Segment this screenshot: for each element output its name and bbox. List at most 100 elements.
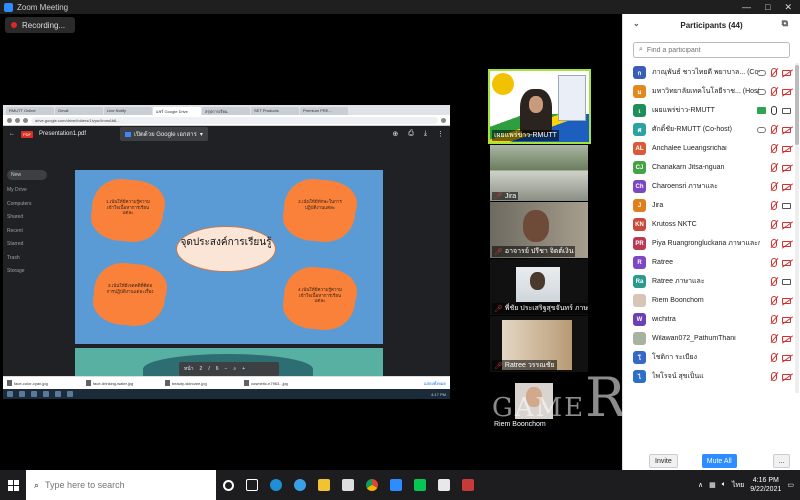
participant-row[interactable]: ศ ศักดิ์ชัย-RMUTT (Co-host): [623, 120, 795, 139]
download-item[interactable]: face-color-cyan.jpg: [7, 380, 83, 386]
video-icon[interactable]: [782, 88, 791, 95]
drive-nav-item[interactable]: Shared: [7, 211, 67, 225]
notifications-icon[interactable]: ▭: [787, 481, 794, 489]
drive-nav-item[interactable]: Trash: [7, 252, 67, 266]
video-icon[interactable]: [782, 335, 791, 342]
zoom-in-icon[interactable]: +: [242, 366, 245, 372]
mute-all-button[interactable]: Mute All: [701, 454, 737, 468]
active-speaker-tile[interactable]: เผยแพร่ข่าว-RMUTT: [488, 69, 591, 144]
more-options-button[interactable]: ...: [772, 454, 791, 468]
app-icon[interactable]: [456, 470, 480, 500]
page-current[interactable]: 2: [200, 366, 203, 372]
video-icon[interactable]: [782, 259, 791, 266]
mic-icon[interactable]: [771, 144, 777, 153]
video-icon[interactable]: [782, 107, 791, 114]
video-icon[interactable]: [782, 297, 791, 304]
profile-icon[interactable]: [441, 117, 446, 123]
browser-tab[interactable]: Line Notify: [104, 107, 152, 115]
print-icon[interactable]: ⎙: [408, 130, 414, 138]
participant-row[interactable]: Riem Boonchom: [623, 291, 795, 310]
minimize-button[interactable]: —: [742, 2, 751, 13]
mic-icon[interactable]: [771, 334, 777, 343]
language-indicator[interactable]: ไทย: [732, 480, 744, 491]
participant-row[interactable]: เ เผยแพร่ข่าว-RMUTT: [623, 101, 795, 120]
zoom-app-icon[interactable]: [384, 470, 408, 500]
mic-icon[interactable]: [771, 87, 777, 96]
app-icon[interactable]: [432, 470, 456, 500]
video-icon[interactable]: [782, 183, 791, 190]
video-tile[interactable]: 🎤︎พี่ชัย ประเสริฐสุขจันทร์ ภาษาและ...: [490, 259, 588, 315]
video-icon[interactable]: [782, 69, 791, 76]
video-icon[interactable]: [782, 354, 791, 361]
participant-row[interactable]: J Jira: [623, 196, 795, 215]
video-icon[interactable]: [782, 240, 791, 247]
video-tile[interactable]: 🎤︎ Ratree วรรณชัย: [490, 316, 588, 372]
more-vert-icon[interactable]: ⋮: [437, 130, 444, 138]
taskbar-clock[interactable]: 4:16 PM 9/22/2021: [750, 476, 781, 494]
video-icon[interactable]: [782, 221, 791, 228]
back-icon[interactable]: [7, 117, 12, 123]
participant-row[interactable]: Ra Ratree ภาษาและ: [623, 272, 795, 291]
tray-chevron-icon[interactable]: ∧: [698, 481, 703, 489]
share-screen-icon[interactable]: [757, 107, 766, 114]
mic-icon[interactable]: [771, 296, 777, 305]
video-tile[interactable]: 🎤︎ Jira: [490, 145, 588, 201]
forward-icon[interactable]: [15, 117, 20, 123]
mic-icon[interactable]: [771, 315, 777, 324]
drive-nav-item[interactable]: My Drive: [7, 184, 67, 198]
cortana-icon[interactable]: [216, 470, 240, 500]
download-item[interactable]: beauty-skincare.jpg: [165, 380, 241, 386]
mic-icon[interactable]: [771, 372, 777, 381]
participant-row[interactable]: KN Krutoss NKTC: [623, 215, 795, 234]
mic-icon[interactable]: [771, 201, 777, 210]
mic-icon[interactable]: [771, 353, 777, 362]
show-all-downloads-link[interactable]: แสดงทั้งหมด: [424, 380, 446, 387]
zoom-out-icon[interactable]: −: [224, 366, 227, 372]
drive-nav-item[interactable]: Storage: [7, 265, 67, 279]
url-field[interactable]: drive.google.com/drive/folders/1ivpwXmmA…: [31, 116, 438, 124]
mic-icon[interactable]: [771, 220, 777, 229]
video-icon[interactable]: [782, 373, 791, 380]
maximize-button[interactable]: □: [765, 2, 770, 13]
mic-icon[interactable]: [771, 258, 777, 267]
video-tile[interactable]: Riem Boonchom: [490, 373, 588, 429]
scroll-thumb[interactable]: [795, 65, 799, 145]
download-item[interactable]: face-drinking-water.jpg: [86, 380, 162, 386]
line-app-icon[interactable]: [408, 470, 432, 500]
invite-button[interactable]: Invite: [649, 454, 678, 468]
video-icon[interactable]: [782, 126, 791, 133]
mic-icon[interactable]: [771, 106, 777, 115]
open-with-button[interactable]: เปิดด้วย Google เอกสาร ▾: [120, 127, 208, 141]
video-icon[interactable]: [782, 164, 791, 171]
ie-icon[interactable]: [288, 470, 312, 500]
chrome-icon[interactable]: [360, 470, 384, 500]
video-icon[interactable]: [782, 278, 791, 285]
recording-cloud-icon[interactable]: [757, 88, 766, 95]
mic-icon[interactable]: [771, 68, 777, 77]
mic-icon[interactable]: [771, 239, 777, 248]
participant-row[interactable]: ก ภาณุพันธ์ ชาวไทยดี พยาบาล... (Co-host, …: [623, 63, 795, 82]
participant-row[interactable]: Wwichitra: [623, 310, 795, 329]
drive-new-button[interactable]: New: [7, 170, 47, 180]
participant-row[interactable]: ม มหาวิทยาลัยเทคโนโลยีราช... (Host): [623, 82, 795, 101]
download-icon[interactable]: ⤓: [424, 130, 427, 138]
participant-search[interactable]: ⌕: [633, 42, 790, 58]
participant-row[interactable]: R Ratree: [623, 253, 795, 272]
reload-icon[interactable]: [23, 117, 28, 123]
zoom-search-icon[interactable]: ⌕: [233, 366, 236, 372]
download-item[interactable]: cosmetic-n7963...jpg: [244, 380, 320, 386]
participant-row[interactable]: ไ ไพโรจน์ สุขเป็นแ: [623, 367, 795, 386]
video-icon[interactable]: [782, 316, 791, 323]
participant-row[interactable]: PR Piya Ruangrongluckana ภาษาและการ: [623, 234, 795, 253]
video-icon[interactable]: [782, 145, 791, 152]
task-view-icon[interactable]: [240, 470, 264, 500]
browser-tab[interactable]: SET Products: [251, 107, 299, 115]
video-tile[interactable]: 🎤︎ อาจารย์ ปรีชา จิตต์เงิน: [490, 202, 588, 258]
drive-nav-item[interactable]: Recent: [7, 225, 67, 239]
participant-row[interactable]: Ch Charoensri ภาษาและ: [623, 177, 795, 196]
mic-icon[interactable]: [771, 163, 777, 172]
mic-icon[interactable]: [771, 125, 777, 134]
participant-row[interactable]: CJ Chanakarn Jitsa-nguan: [623, 158, 795, 177]
recording-indicator[interactable]: Recording...: [5, 17, 76, 33]
close-button[interactable]: ✕: [784, 2, 792, 13]
